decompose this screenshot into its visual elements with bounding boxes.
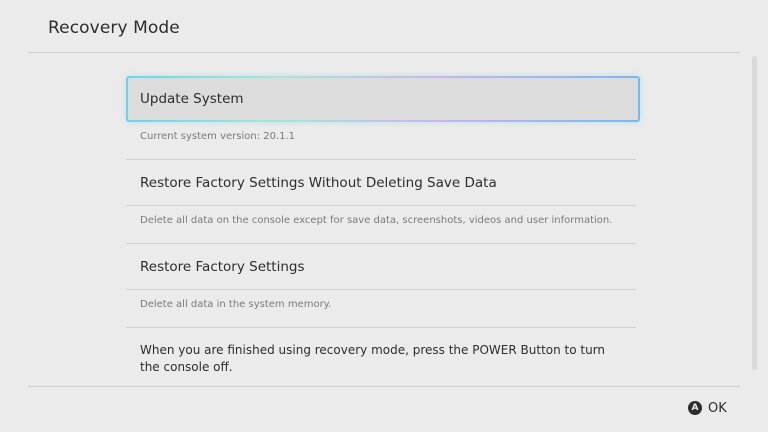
restore-factory-settings-button[interactable]: Restore Factory Settings bbox=[126, 244, 636, 290]
update-system-description: Current system version: 20.1.1 bbox=[126, 122, 636, 160]
restore-factory-keep-save-button[interactable]: Restore Factory Settings Without Deletin… bbox=[126, 160, 636, 206]
restore-factory-keep-save-label: Restore Factory Settings Without Deletin… bbox=[140, 174, 497, 191]
ok-button[interactable]: A OK bbox=[688, 399, 727, 417]
footer-divider bbox=[28, 386, 740, 387]
recovery-menu: Update System Current system version: 20… bbox=[126, 76, 640, 328]
update-system-label: Update System bbox=[140, 91, 244, 107]
ok-label: OK bbox=[708, 400, 727, 416]
restore-factory-settings-description: Delete all data in the system memory. bbox=[126, 290, 636, 328]
power-off-note: When you are finished using recovery mod… bbox=[140, 343, 606, 374]
page-title: Recovery Mode bbox=[48, 18, 180, 38]
header: Recovery Mode bbox=[28, 0, 740, 53]
update-system-button[interactable]: Update System bbox=[126, 76, 640, 122]
restore-factory-keep-save-description: Delete all data on the console except fo… bbox=[126, 206, 636, 244]
recovery-mode-screen: Recovery Mode Update System Current syst… bbox=[0, 0, 768, 432]
restore-factory-settings-label: Restore Factory Settings bbox=[140, 258, 305, 275]
a-button-icon: A bbox=[688, 401, 702, 415]
scrollbar[interactable] bbox=[752, 56, 757, 370]
